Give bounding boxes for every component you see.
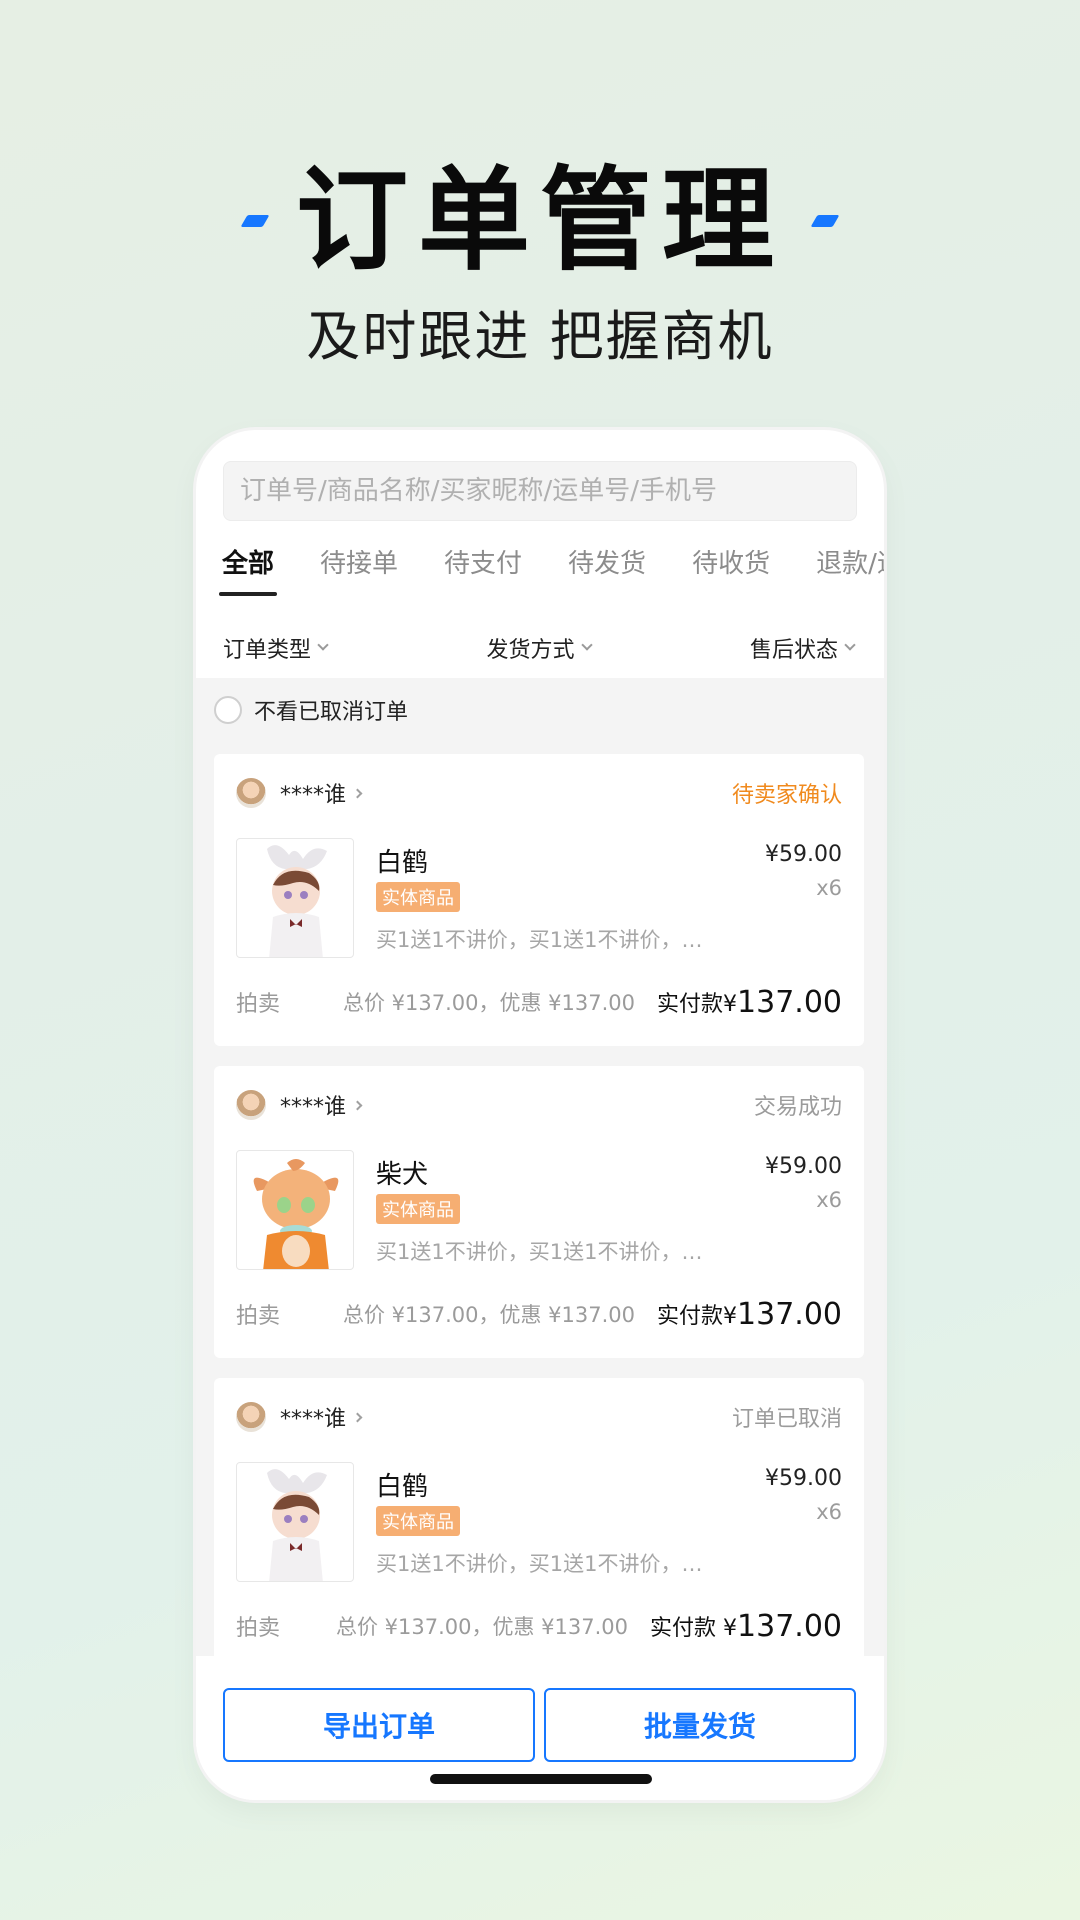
product-tag: 实体商品 [376, 882, 460, 912]
chevron-down-icon [844, 639, 856, 651]
avatar [236, 1090, 266, 1120]
tab-pending-receipt[interactable]: 待收货 [692, 542, 770, 602]
order-header: ****谁 订单已取消 [236, 1400, 842, 1434]
accent-dash-left [240, 215, 270, 227]
chevron-right-icon [352, 788, 363, 798]
paid-label: 实付款¥ [657, 992, 738, 1017]
product-image[interactable] [236, 1462, 354, 1582]
filter-bar: 订单类型 发货方式 售后状态 [196, 620, 884, 676]
price-summary: 总价 ¥137.00，优惠 ¥137.00 [342, 1303, 636, 1327]
order-card[interactable]: ****谁 订单已取消 白鹤 实体商品 买1送1不讲价，买1送1不讲价，… ¥5… [214, 1378, 864, 1670]
order-footer: 拍卖 总价 ¥137.00，优惠 ¥137.00 实付款¥ 137.00 [236, 982, 842, 1022]
product-qty: x6 [816, 1188, 842, 1212]
order-type-label: 订单类型 [223, 638, 312, 663]
price-summary: 总价 ¥137.00，优惠 ¥137.00 [335, 1615, 629, 1639]
hide-cancelled-label: 不看已取消订单 [254, 700, 409, 725]
status-tabs: 全部 待接单 待支付 待发货 待收货 退款/退 [196, 542, 884, 602]
order-status: 待卖家确认 [731, 783, 842, 808]
product-name: 柴犬 [376, 1160, 429, 1190]
batch-ship-button[interactable]: 批量发货 [544, 1688, 856, 1762]
hide-cancelled-toggle[interactable]: 不看已取消订单 [214, 694, 408, 726]
order-list: 不看已取消订单 ****谁 待卖家确认 白鹤 实体商品 买1送1不讲价，买1送1… [196, 678, 884, 1678]
sale-type: 拍卖 [236, 992, 281, 1017]
order-status: 订单已取消 [731, 1407, 842, 1432]
avatar [236, 778, 266, 808]
chevron-right-icon [352, 1412, 363, 1422]
order-header: ****谁 交易成功 [236, 1088, 842, 1122]
hero-title-row: 订单管理 [0, 130, 1080, 292]
phone-frame: 全部 待接单 待支付 待发货 待收货 退款/退 订单类型 发货方式 售后状态 不… [196, 430, 884, 1800]
search-input[interactable] [224, 462, 856, 520]
order-status: 交易成功 [753, 1095, 842, 1120]
product-desc: 买1送1不讲价，买1送1不讲价，… [376, 1552, 703, 1576]
export-orders-button[interactable]: 导出订单 [223, 1688, 535, 1762]
product-price: ¥59.00 [765, 1154, 842, 1179]
chevron-right-icon [352, 1100, 363, 1110]
page-title: 订单管理 [296, 156, 784, 286]
bottom-action-bar: 导出订单 批量发货 [196, 1656, 884, 1800]
tab-pending-payment[interactable]: 待支付 [444, 542, 522, 602]
radio-icon[interactable] [214, 696, 242, 724]
tab-all[interactable]: 全部 [218, 542, 278, 602]
order-header: ****谁 待卖家确认 [236, 776, 842, 810]
chevron-down-icon [317, 639, 329, 651]
chevron-down-icon [580, 639, 593, 651]
product-tag: 实体商品 [376, 1506, 460, 1536]
product-image[interactable] [236, 838, 354, 958]
shiba-figure-icon [253, 1159, 339, 1269]
order-type-filter[interactable]: 订单类型 [223, 632, 329, 664]
buyer-name[interactable]: ****谁 [280, 777, 346, 809]
buyer-name[interactable]: ****谁 [280, 1089, 346, 1121]
product-price: ¥59.00 [765, 1466, 842, 1491]
shipping-label: 发货方式 [486, 638, 575, 663]
product-qty: x6 [816, 1500, 842, 1524]
paid-amount: 137.00 [737, 984, 842, 1020]
sale-type: 拍卖 [236, 1616, 281, 1641]
paid-label: 实付款 ¥ [650, 1616, 738, 1641]
product-desc: 买1送1不讲价，买1送1不讲价，… [376, 928, 703, 952]
crane-figure-icon [267, 1469, 327, 1581]
page-subtitle: 及时跟进 把握商机 [306, 305, 774, 368]
paid-label: 实付款¥ [657, 1304, 738, 1329]
tab-pending-accept[interactable]: 待接单 [320, 542, 398, 602]
avatar [236, 1402, 266, 1432]
price-summary: 总价 ¥137.00，优惠 ¥137.00 [342, 991, 636, 1015]
accent-dash-right [810, 215, 840, 227]
tab-refund[interactable]: 退款/退 [816, 542, 884, 602]
paid-amount: 137.00 [737, 1608, 842, 1644]
order-card[interactable]: ****谁 交易成功 柴犬 实体商品 买1送1不讲价，买1送1不讲价，… ¥59… [214, 1066, 864, 1358]
sale-type: 拍卖 [236, 1304, 281, 1329]
shipping-filter[interactable]: 发货方式 [486, 632, 593, 664]
product-tag: 实体商品 [376, 1194, 460, 1224]
tab-pending-shipment[interactable]: 待发货 [568, 542, 646, 602]
product-name: 白鹤 [376, 848, 429, 878]
product-price: ¥59.00 [765, 842, 842, 867]
order-card[interactable]: ****谁 待卖家确认 白鹤 实体商品 买1送1不讲价，买1送1不讲价，… ¥5… [214, 754, 864, 1046]
order-footer: 拍卖 总价 ¥137.00，优惠 ¥137.00 实付款¥ 137.00 [236, 1294, 842, 1334]
paid-amount: 137.00 [737, 1296, 842, 1332]
product-qty: x6 [816, 876, 842, 900]
after-sale-label: 售后状态 [749, 638, 838, 663]
product-image[interactable] [236, 1150, 354, 1270]
product-name: 白鹤 [376, 1472, 429, 1502]
order-footer: 拍卖 总价 ¥137.00，优惠 ¥137.00 实付款 ¥137.00 [236, 1606, 842, 1646]
crane-figure-icon [267, 845, 327, 957]
home-indicator[interactable] [430, 1774, 652, 1784]
after-sale-filter[interactable]: 售后状态 [749, 632, 856, 664]
buyer-name[interactable]: ****谁 [280, 1401, 346, 1433]
search-box[interactable] [223, 461, 857, 521]
product-desc: 买1送1不讲价，买1送1不讲价，… [376, 1240, 703, 1264]
